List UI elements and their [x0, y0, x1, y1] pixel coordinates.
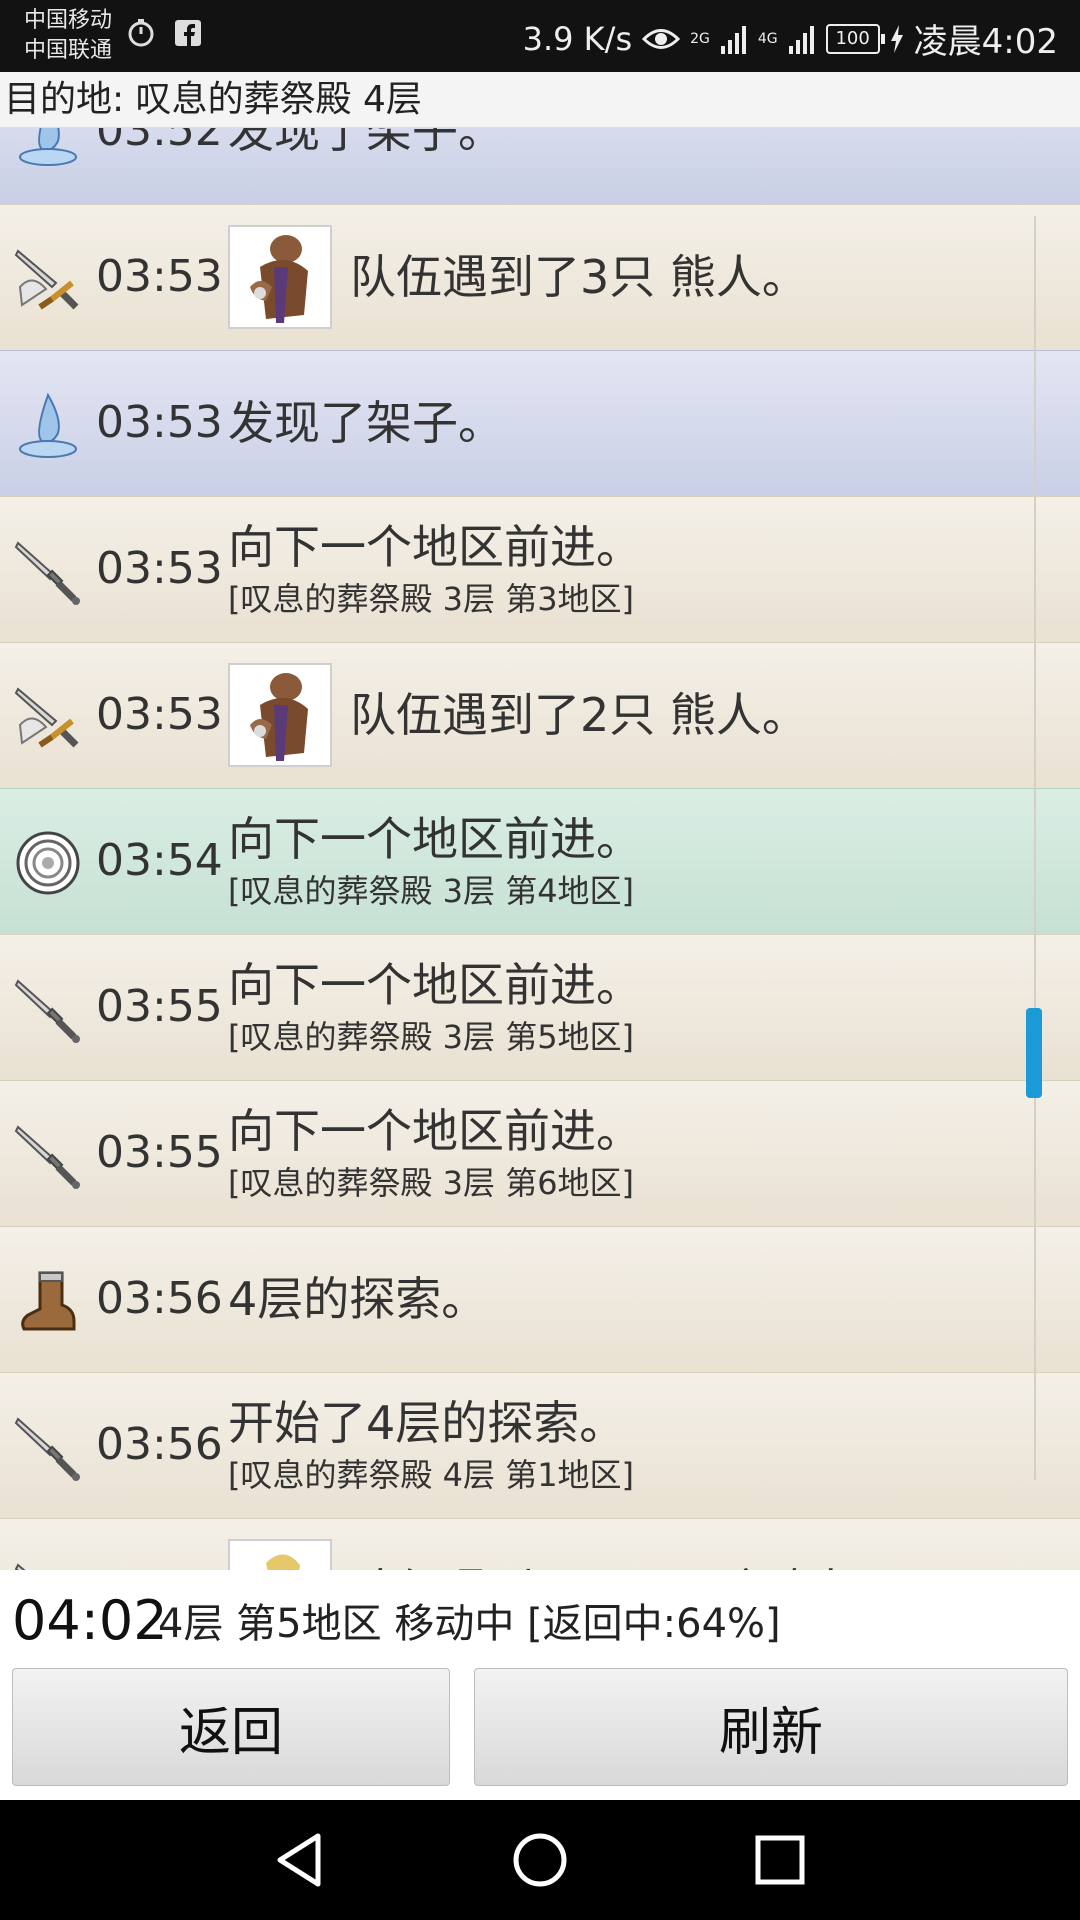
log-message: 开始了4层的探索。: [228, 1396, 626, 1450]
log-location: [叹息的葬祭殿 3层 第5地区]: [228, 1018, 635, 1056]
status-icons-left: [126, 18, 202, 48]
log-time: 03:53: [96, 543, 223, 594]
log-time: 03:52: [96, 128, 223, 156]
back-button[interactable]: 返回: [12, 1668, 450, 1786]
signal-1-label: 2G: [690, 30, 710, 47]
battery-indicator: 100: [825, 23, 885, 54]
back-triangle-icon[interactable]: [270, 1830, 330, 1890]
log-time: 03:53: [96, 689, 223, 740]
log-time: 03:53: [96, 251, 223, 302]
scrollbar-track: [1034, 216, 1036, 1480]
log-message: 向下一个地区前进。: [228, 958, 642, 1012]
game-clock: 04:02: [12, 1589, 168, 1652]
sword-icon: [12, 535, 84, 607]
bearman-portrait: [228, 225, 332, 329]
log-location: [叹息的葬祭殿 4层 第1地区]: [228, 1456, 635, 1494]
log-time: 03:55: [96, 1127, 223, 1178]
water-drop-icon: [12, 128, 84, 169]
log-entries[interactable]: 03:52 发现了架子。 03:53 队伍遇到了3只 熊人。 03:53 发现了架子。 03…: [0, 128, 1080, 1570]
carrier-labels: 中国移动 中国联通: [24, 6, 112, 66]
log-message: 队伍遇到了3只 熊人。: [350, 250, 808, 304]
signal-2-label: 4G: [757, 30, 778, 47]
log-entry[interactable]: 03:55 向下一个地区前进。 [叹息的葬祭殿 3层 第5地区]: [0, 934, 1080, 1080]
log-entry[interactable]: 03:52 发现了架子。: [0, 128, 1080, 204]
progress-status: 4层 第5地区 移动中 [返回中:64%]: [158, 1601, 781, 1647]
log-entry[interactable]: 03:53 发现了架子。: [0, 350, 1080, 496]
carrier-2: 中国联通: [24, 38, 113, 63]
log-location: [叹息的葬祭殿 3层 第4地区]: [228, 872, 635, 910]
signal-bars-icon-2: [788, 25, 814, 54]
sword-icon: [12, 973, 84, 1045]
log-message: 4层的探索。: [228, 1272, 488, 1326]
home-circle-icon[interactable]: [510, 1830, 570, 1890]
sword-icon: [12, 1119, 84, 1191]
clock: 凌晨4:02: [913, 22, 1058, 62]
knight-portrait: [228, 1539, 332, 1570]
crossed-swords-icon: [12, 243, 84, 315]
signal-bars-icon: [720, 25, 746, 54]
status-bar: 中国移动 中国联通 3.9 K/s 2G 4G 100 凌晨4:02: [0, 0, 1080, 72]
recents-square-icon[interactable]: [750, 1830, 810, 1890]
crossed-swords-icon: [12, 1557, 84, 1570]
log-time: 03:54: [96, 835, 223, 886]
log-message: 发现了架子。: [228, 128, 504, 158]
log-message: 发现了架子。: [228, 396, 504, 450]
facebook-icon: [175, 20, 201, 46]
scrollbar-thumb[interactable]: [1026, 1008, 1042, 1098]
footer-panel: 04:02 4层 第5地区 移动中 [返回中:64%] 返回 刷新: [0, 1570, 1080, 1800]
log-message: 向下一个地区前进。: [228, 520, 642, 574]
water-drop-icon: [12, 389, 84, 461]
charging-icon: [890, 24, 903, 53]
destination-header: 目的地: 叹息的葬祭殿 4层: [0, 72, 1080, 128]
timer-icon: [128, 19, 154, 47]
network-speed: 3.9 K/s: [522, 19, 633, 58]
log-time: 03:55: [96, 981, 223, 1032]
refresh-button[interactable]: 刷新: [474, 1668, 1068, 1786]
log-entry[interactable]: 03:56 开始了4层的探索。 [叹息的葬祭殿 4层 第1地区]: [0, 1372, 1080, 1518]
status-icons-right: 3.9 K/s 2G 4G 100 凌晨4:02: [523, 14, 1058, 63]
carrier-1: 中国移动: [24, 8, 113, 33]
portal-icon: [12, 827, 84, 899]
log-message: 向下一个地区前进。: [228, 1104, 642, 1158]
bearman-portrait: [228, 663, 332, 767]
android-nav-bar: [0, 1800, 1080, 1920]
log-entry[interactable]: 03:53 队伍遇到了2只 熊人。: [0, 642, 1080, 788]
log-entry[interactable]: 03:53 向下一个地区前进。 [叹息的葬祭殿 3层 第3地区]: [0, 496, 1080, 642]
log-entry[interactable]: 03:54 向下一个地区前进。 [叹息的葬祭殿 3层 第4地区]: [0, 788, 1080, 934]
log-message: 向下一个地区前进。: [228, 812, 642, 866]
log-time: 03:53: [96, 397, 223, 448]
crossed-swords-icon: [12, 681, 84, 753]
log-location: [叹息的葬祭殿 3层 第6地区]: [228, 1164, 635, 1202]
log-list[interactable]: 03:52 发现了架子。 03:53 队伍遇到了3只 熊人。 03:53 发现了架子。 03…: [0, 128, 1080, 1570]
log-time: 03:56: [96, 1273, 223, 1324]
log-entry[interactable]: 03:55 向下一个地区前进。 [叹息的葬祭殿 3层 第6地区]: [0, 1080, 1080, 1226]
log-entry[interactable]: 03:56队伍遇到了2只 黑暗骑士: [0, 1518, 1080, 1570]
log-entry[interactable]: 03:56 4层的探索。: [0, 1226, 1080, 1372]
log-message: 队伍遇到了2只 熊人。: [350, 688, 808, 742]
eye-icon: [642, 28, 681, 49]
boot-icon: [12, 1265, 84, 1337]
log-entry[interactable]: 03:53 队伍遇到了3只 熊人。: [0, 204, 1080, 350]
sword-icon: [12, 1411, 84, 1483]
log-location: [叹息的葬祭殿 3层 第3地区]: [228, 580, 635, 618]
log-time: 03:56: [96, 1419, 223, 1470]
